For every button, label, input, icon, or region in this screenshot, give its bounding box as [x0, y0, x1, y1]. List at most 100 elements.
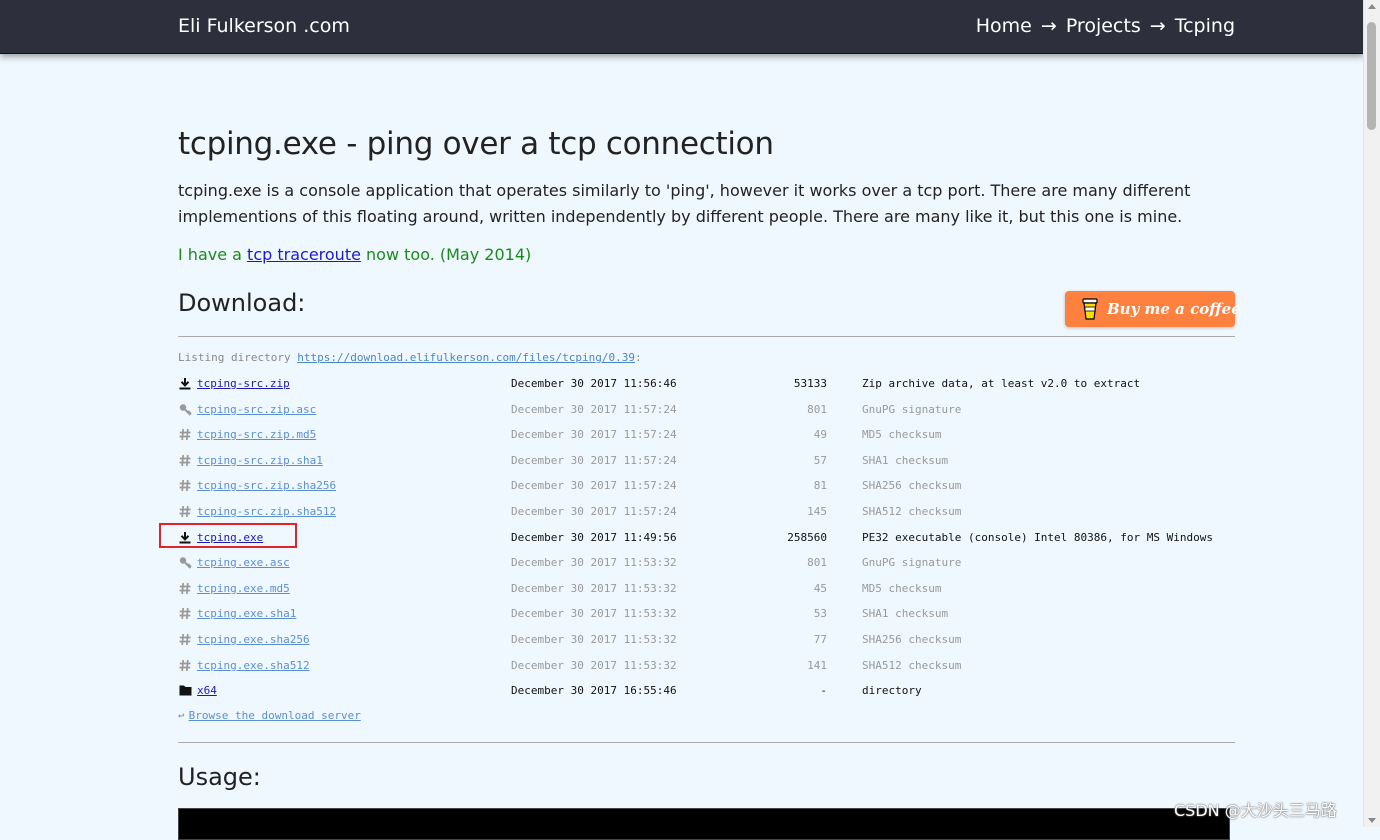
- scrollbar-thumb[interactable]: [1367, 22, 1376, 130]
- hash-icon: [178, 633, 192, 647]
- file-description: Zip archive data, at least v2.0 to extra…: [862, 377, 1141, 390]
- usage-heading: Usage:: [178, 763, 261, 791]
- file-link[interactable]: tcping.exe.sha1: [197, 607, 296, 620]
- file-description: directory: [862, 684, 922, 698]
- key-icon: [178, 403, 192, 417]
- file-description: MD5 checksum: [862, 428, 942, 442]
- breadcrumb-projects[interactable]: Projects: [1066, 15, 1141, 37]
- file-row: tcping-src.zip.asc December 30 2017 11:57…: [178, 402, 1235, 420]
- file-link[interactable]: tcping-src.zip.sha256: [197, 479, 336, 492]
- file-size: 57: [813, 453, 827, 467]
- file-date: December 30 2017 11:56:46: [511, 377, 677, 390]
- traceroute-note: I have a tcp traceroute now too. (May 20…: [178, 245, 531, 264]
- file-row: tcping.exe.asc December 30 2017 11:53:32 8…: [178, 555, 1235, 573]
- file-description: SHA512 checksum: [862, 505, 962, 518]
- intro-paragraph: tcping.exe is a console application that…: [178, 181, 1191, 226]
- file-size: 258560: [787, 530, 827, 544]
- breadcrumb-separator: →: [1149, 15, 1166, 37]
- site-header: Eli Fulkerson .com Home → Projects → Tcp…: [0, 0, 1364, 54]
- usage-code-block: [178, 808, 1230, 840]
- note-prefix: I have a: [178, 245, 248, 264]
- file-row: tcping.exe.md5 December 30 2017 11:53:32 4…: [178, 581, 1235, 599]
- hash-icon: [178, 505, 192, 519]
- hash-icon: [178, 607, 192, 621]
- file-link[interactable]: tcping.exe.sha512: [197, 659, 310, 672]
- breadcrumb-home[interactable]: Home: [976, 15, 1032, 37]
- coffee-cup-icon: [1082, 298, 1098, 320]
- file-link[interactable]: x64: [197, 684, 217, 697]
- file-date: December 30 2017 11:57:24: [511, 453, 677, 467]
- hash-icon: [178, 428, 192, 442]
- file-row: tcping.exe December 30 2017 11:49:56 25856…: [178, 530, 1235, 548]
- file-size: 141: [807, 658, 827, 672]
- note-suffix: now too. (May 2014): [360, 245, 532, 264]
- file-link[interactable]: tcping-src.zip.sha1: [197, 454, 323, 467]
- file-link[interactable]: tcping.exe.md5: [197, 582, 290, 595]
- file-size: 53133: [793, 377, 827, 390]
- file-link[interactable]: tcping-src.zip.asc: [197, 403, 316, 416]
- file-date: December 30 2017 11:53:32: [511, 658, 677, 672]
- file-size: 53: [813, 607, 827, 621]
- download-heading: Download:: [178, 289, 306, 317]
- browse-download-server-link[interactable]: Browse the download server: [189, 709, 361, 722]
- coffee-button-label: Buy me a coffee: [1107, 300, 1241, 318]
- file-description: GnuPG signature: [862, 402, 962, 416]
- usage-divider: [178, 742, 1235, 743]
- file-link[interactable]: tcping-src.zip.md5: [197, 428, 316, 441]
- hash-icon: [178, 659, 192, 673]
- file-size: -: [820, 684, 827, 698]
- file-date: December 30 2017 11:53:32: [511, 581, 677, 595]
- file-date: December 30 2017 16:55:46: [511, 684, 677, 698]
- file-link[interactable]: tcping.exe.sha256: [197, 633, 310, 646]
- download-icon: [178, 377, 192, 391]
- hash-icon: [178, 479, 192, 493]
- buy-me-a-coffee-button[interactable]: Buy me a coffee: [1065, 291, 1241, 327]
- download-divider: [178, 336, 1235, 337]
- browse-server-line: ↩ Browse the download server: [178, 709, 361, 722]
- file-size: 81: [813, 479, 827, 493]
- file-row: tcping.exe.sha512 December 30 2017 11:53:…: [178, 658, 1235, 676]
- hash-icon: [178, 582, 192, 596]
- file-size: 801: [807, 402, 827, 416]
- file-row: x64 December 30 2017 16:55:46 - directory: [178, 683, 1235, 701]
- file-date: December 30 2017 11:53:32: [511, 607, 677, 621]
- listing-directory-link[interactable]: https://download.elifulkerson.com/files/…: [297, 351, 635, 364]
- file-description: SHA1 checksum: [862, 607, 949, 621]
- file-row: tcping-src.zip.md5 December 30 2017 11:57…: [178, 427, 1235, 445]
- listing-prefix: Listing directory: [178, 351, 298, 364]
- site-title-link[interactable]: Eli Fulkerson .com: [178, 15, 350, 37]
- page-title: tcping.exe - ping over a tcp connection: [178, 126, 774, 162]
- file-description: PE32 executable (console) Intel 80386, f…: [862, 530, 1213, 544]
- scroll-down-arrow-icon[interactable]: [1368, 818, 1376, 823]
- key-icon: [178, 556, 192, 570]
- file-description: GnuPG signature: [862, 556, 962, 570]
- listing-directory-line: Listing directory https://download.elifu…: [178, 351, 642, 364]
- file-size: 49: [813, 428, 827, 442]
- file-row: tcping.exe.sha1 December 30 2017 11:53:32…: [178, 606, 1235, 624]
- file-description: SHA256 checksum: [862, 479, 962, 493]
- file-date: December 30 2017 11:57:24: [511, 505, 677, 518]
- file-link[interactable]: tcping-src.zip: [197, 377, 290, 390]
- breadcrumb: Home → Projects → Tcping: [976, 15, 1235, 37]
- tcp-traceroute-link[interactable]: tcp traceroute: [247, 245, 361, 264]
- file-row: tcping-src.zip.sha256 December 30 2017 11…: [178, 478, 1235, 496]
- file-size: 145: [807, 505, 827, 518]
- file-description: MD5 checksum: [862, 581, 942, 595]
- tcping-exe-highlight-box: [159, 523, 297, 548]
- file-row: tcping-src.zip.sha512 December 30 2017 11…: [178, 504, 1235, 522]
- csdn-watermark: CSDN @大沙头三马路: [1174, 801, 1337, 820]
- file-date: December 30 2017 11:57:24: [511, 428, 677, 442]
- breadcrumb-current[interactable]: Tcping: [1175, 15, 1235, 37]
- file-link[interactable]: tcping.exe.asc: [197, 556, 290, 569]
- file-link[interactable]: tcping-src.zip.sha512: [197, 505, 336, 518]
- file-description: SHA256 checksum: [862, 633, 962, 646]
- file-date: December 30 2017 11:53:32: [511, 633, 677, 646]
- file-row: tcping-src.zip.sha1 December 30 2017 11:5…: [178, 453, 1235, 471]
- vertical-scrollbar[interactable]: [1363, 0, 1380, 827]
- listing-suffix: :: [634, 351, 642, 364]
- scroll-up-arrow-icon[interactable]: [1368, 4, 1376, 9]
- folder-icon: [178, 684, 192, 698]
- file-row: tcping.exe.sha256 December 30 2017 11:53:…: [178, 632, 1235, 650]
- file-date: December 30 2017 11:53:32: [511, 556, 677, 570]
- file-row: tcping-src.zip December 30 2017 11:56:46 5…: [178, 376, 1235, 394]
